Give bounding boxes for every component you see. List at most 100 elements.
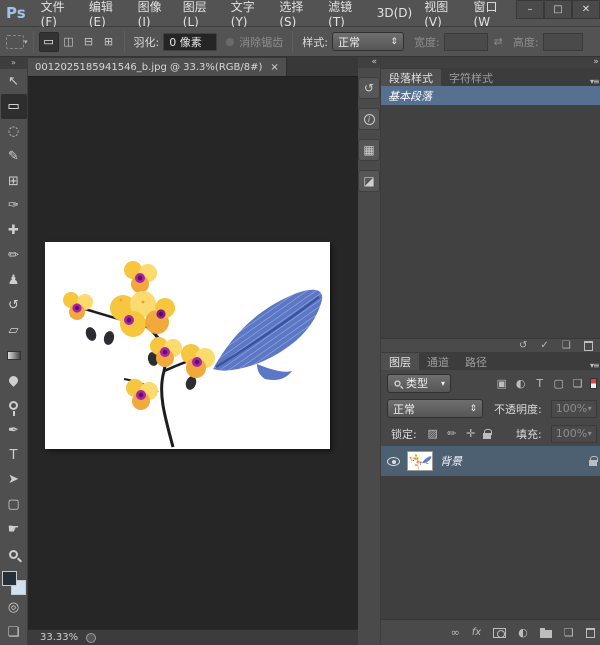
new-style-icon[interactable]: ❏	[562, 340, 571, 351]
layer-thumbnail[interactable]	[407, 451, 433, 471]
add-selection-button[interactable]: ◫	[59, 32, 79, 52]
swap-dimensions-icon[interactable]: ⇄	[494, 35, 503, 48]
lock-transparent-icon[interactable]: ▨	[426, 427, 440, 440]
blend-mode-dropdown[interactable]: 正常 ⇕	[387, 399, 483, 418]
tab-character-styles[interactable]: 字符样式	[441, 69, 501, 86]
tab-paragraph-styles[interactable]: 段落样式	[381, 69, 441, 86]
tab-paths[interactable]: 路径	[457, 353, 495, 370]
lock-paint-icon[interactable]: ✏	[445, 427, 459, 440]
menu-file[interactable]: 文件(F)	[35, 0, 83, 29]
eyedropper-tool-icon[interactable]: ✑	[1, 194, 27, 219]
brush-tool-icon[interactable]: ✏	[1, 243, 27, 268]
dodge-tool-icon[interactable]	[1, 393, 27, 418]
link-layers-icon[interactable]: ∞	[451, 626, 460, 639]
add-layer-mask-icon[interactable]	[493, 628, 506, 638]
new-selection-button[interactable]: ▭	[39, 32, 59, 52]
width-input[interactable]	[444, 33, 488, 51]
tab-layers[interactable]: 图层	[381, 353, 419, 370]
expand-dock-icon[interactable]: »	[381, 57, 600, 68]
subtract-selection-button[interactable]: ⊟	[79, 32, 99, 52]
hand-tool-icon[interactable]: ☛	[1, 517, 27, 542]
styles-panel-menu-icon[interactable]: ▾≡	[586, 77, 600, 86]
filter-shape-layers-icon[interactable]: ▢	[552, 377, 566, 390]
filter-adjustment-layers-icon[interactable]: ◐	[514, 377, 528, 390]
filter-pixel-layers-icon[interactable]: ▣	[495, 377, 509, 390]
layer-effects-icon[interactable]: fx	[472, 627, 481, 638]
menu-image[interactable]: 图像(I)	[132, 0, 177, 29]
document-tab-close-icon[interactable]: ×	[270, 62, 278, 73]
filter-smart-objects-icon[interactable]: ❏	[571, 377, 585, 390]
eraser-tool-icon[interactable]: ▱	[1, 318, 27, 343]
status-disk-icon[interactable]	[86, 633, 96, 643]
info-panel-icon[interactable]: i	[358, 108, 380, 130]
toolbar-collapse-icon[interactable]: »	[0, 57, 28, 69]
fill-input[interactable]: 100% ▾	[551, 425, 597, 443]
status-bar: 33.33%	[28, 629, 358, 645]
history-brush-tool-icon[interactable]: ↺	[1, 293, 27, 318]
tool-preset-dropdown-icon[interactable]: ▾	[24, 38, 28, 46]
new-adjustment-layer-icon[interactable]: ◐	[518, 626, 528, 639]
minimize-button[interactable]: –	[516, 0, 544, 19]
lock-all-icon[interactable]	[483, 433, 491, 439]
screen-mode-button[interactable]: ❏	[1, 620, 27, 645]
clone-stamp-tool-icon[interactable]: ♟	[1, 268, 27, 293]
close-button[interactable]: ✕	[572, 0, 600, 19]
clear-override-icon[interactable]: ✓	[540, 340, 548, 351]
style-value: 正常	[338, 34, 360, 50]
crop-tool-icon[interactable]: ⊞	[1, 169, 27, 194]
delete-style-icon[interactable]	[584, 341, 593, 351]
shape-tool-icon[interactable]: ▢	[1, 492, 27, 517]
layer-row-background[interactable]: 背景	[381, 446, 600, 476]
menu-filter[interactable]: 滤镜(T)	[322, 0, 371, 29]
adjustments-panel-icon[interactable]: ◪	[358, 170, 380, 192]
intersect-selection-button[interactable]: ⊞	[99, 32, 119, 52]
style-item-basic-paragraph[interactable]: 基本段落	[381, 86, 600, 105]
lock-move-icon[interactable]: ✛	[464, 427, 478, 440]
quick-mask-button[interactable]: ◎	[1, 595, 27, 620]
menu-3d[interactable]: 3D(D)	[371, 6, 418, 20]
collapse-dock-icon[interactable]: «	[358, 57, 380, 68]
style-dropdown[interactable]: 正常 ⇕	[332, 32, 404, 51]
tab-channels[interactable]: 通道	[419, 353, 457, 370]
quick-selection-tool-icon[interactable]: ✎	[1, 144, 27, 169]
rectangular-marquee-tool-icon[interactable]: ▭	[1, 94, 27, 119]
filter-type-layers-icon[interactable]: T	[533, 377, 547, 390]
antialias-checkbox-icon[interactable]	[225, 37, 235, 47]
layers-panel-menu-icon[interactable]: ▾≡	[586, 361, 600, 370]
layer-visibility-icon[interactable]	[387, 457, 400, 466]
menu-select[interactable]: 选择(S)	[273, 0, 322, 29]
menu-type[interactable]: 文字(Y)	[225, 0, 274, 29]
pen-tool-icon[interactable]: ✒	[1, 418, 27, 443]
history-panel-icon[interactable]: ↺	[358, 77, 380, 99]
feather-input[interactable]: 0 像素	[163, 33, 217, 51]
redefine-style-icon[interactable]: ↺	[519, 340, 527, 351]
height-input[interactable]	[543, 33, 583, 51]
menu-edit[interactable]: 编辑(E)	[83, 0, 132, 29]
menu-layer[interactable]: 图层(L)	[177, 0, 225, 29]
path-selection-tool-icon[interactable]: ➤	[1, 468, 27, 493]
blur-tool-icon[interactable]	[1, 368, 27, 393]
zoom-level[interactable]: 33.33%	[40, 632, 78, 643]
new-group-icon[interactable]	[540, 630, 552, 638]
new-layer-icon[interactable]: ❏	[564, 626, 574, 639]
swatches-panel-icon[interactable]: ▦	[358, 139, 380, 161]
layer-filter-kind-dropdown[interactable]: 类型 ▾	[387, 374, 451, 393]
canvas-background[interactable]	[28, 76, 358, 629]
chevron-down-icon: ▾	[588, 429, 592, 438]
foreground-color-swatch[interactable]	[2, 571, 17, 586]
healing-brush-tool-icon[interactable]: ✚	[1, 218, 27, 243]
opacity-input[interactable]: 100% ▾	[551, 400, 597, 418]
lasso-tool-icon[interactable]: ◌	[1, 119, 27, 144]
document-tab[interactable]: 0012025185941546_b.jpg @ 33.3%(RGB/8#) ×	[28, 58, 287, 76]
delete-layer-icon[interactable]	[586, 628, 595, 638]
type-tool-icon[interactable]: T	[1, 443, 27, 468]
menu-window[interactable]: 窗口(W	[468, 0, 516, 29]
filter-toggle-icon[interactable]	[590, 378, 597, 389]
maximize-button[interactable]: □	[544, 0, 572, 19]
move-tool-icon[interactable]: ↖	[1, 69, 27, 94]
canvas-image[interactable]	[45, 242, 330, 449]
gradient-tool-icon[interactable]	[1, 343, 27, 368]
tool-preset-icon[interactable]	[6, 35, 24, 49]
menu-view[interactable]: 视图(V)	[418, 0, 467, 29]
zoom-tool-icon[interactable]	[1, 542, 27, 567]
